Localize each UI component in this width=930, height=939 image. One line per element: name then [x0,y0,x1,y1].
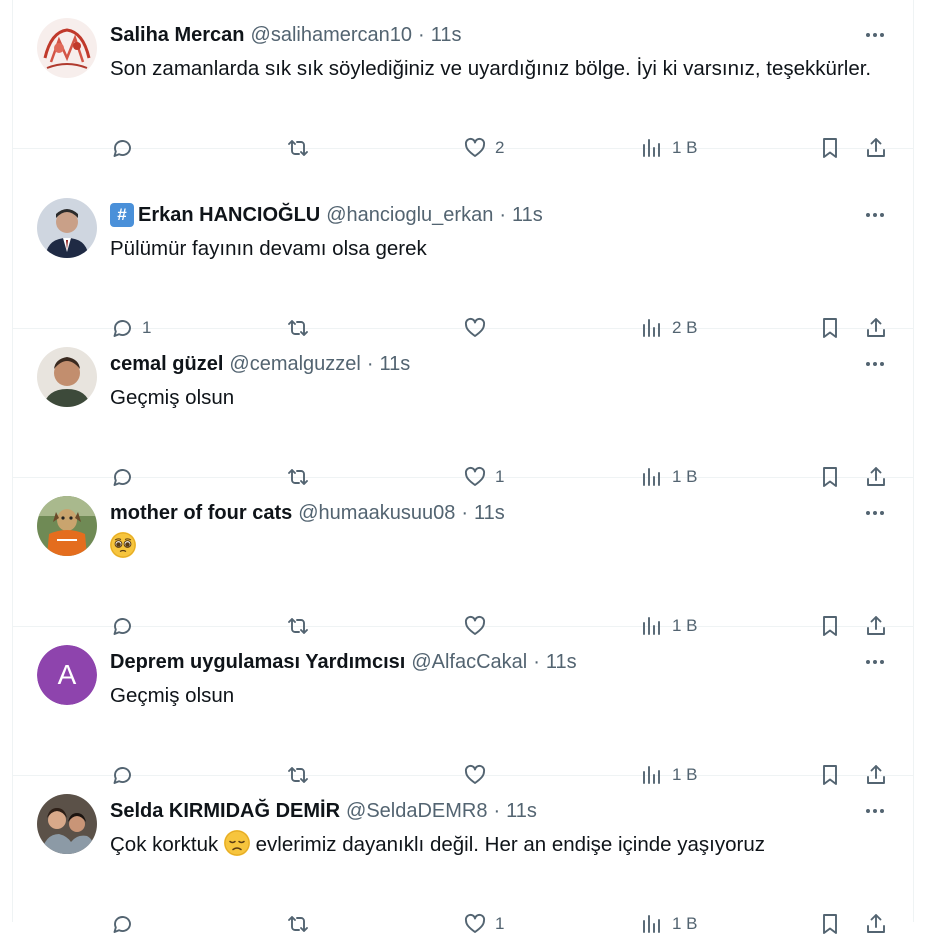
avatar[interactable] [37,496,97,556]
retweet-button[interactable] [286,909,310,939]
more-icon[interactable] [861,502,889,524]
tweet-text-part: evlerimiz dayanıklı değil. Her an endişe… [255,833,765,856]
author-handle[interactable]: @SeldaDEMR8 [346,800,487,823]
tweet-header: Saliha Mercan @salihamercan10 · 11s [110,22,461,48]
author-handle[interactable]: @cemalguzzel [229,353,360,376]
like-button[interactable]: 2 [463,133,504,163]
avatar[interactable] [37,18,97,78]
author-handle[interactable]: @hancioglu_erkan [326,204,493,227]
more-icon[interactable] [861,353,889,375]
heart-icon [464,913,486,933]
hashtag-badge-icon: # [110,203,134,227]
views-count: 1 B [672,914,698,933]
author-name[interactable]: Erkan HANCIOĞLU [138,204,320,227]
tweet-header: Deprem uygulaması Yardımcısı @AlfacCakal… [110,649,577,675]
tweet-text-part: Çok korktuk [110,833,219,856]
action-bar: 1 1 B [110,909,900,939]
tweet-header: mother of four cats @humaakusuu08 · 11s [110,500,505,526]
retweet-icon [288,140,308,156]
like-count: 2 [495,138,505,157]
like-count: 1 [495,914,505,933]
share-button[interactable] [864,909,888,939]
timestamp[interactable]: 11s [546,651,577,674]
views-button[interactable]: 1 B [640,909,698,939]
author-name[interactable]: Selda KIRMIDAĞ DEMİR [110,800,340,823]
tweet-text: Çok korktuk evlerimiz dayanıklı değil. H… [110,829,890,861]
more-icon[interactable] [861,24,889,46]
views-chart-icon [643,915,660,933]
timestamp[interactable]: 11s [506,800,537,823]
reply-feed: Saliha Mercan @salihamercan10 · 11s Son … [12,0,914,934]
tweet-text [110,531,890,563]
views-chart-icon [643,139,660,157]
reply-icon [113,916,131,933]
avatar[interactable] [37,794,97,854]
tweet-header: Selda KIRMIDAĞ DEMİR @SeldaDEMR8 · 11s [110,798,537,824]
tweet-text: Son zamanlarda sık sık söylediğiniz ve u… [110,57,872,80]
pleading-face-icon [110,532,136,558]
separator-dot: · [493,799,501,822]
heart-icon [464,137,486,157]
separator-dot: · [366,352,374,375]
timestamp[interactable]: 11s [380,353,411,376]
more-icon[interactable] [861,651,889,673]
action-bar: 2 1 B [110,133,900,163]
like-button[interactable]: 1 [463,909,504,939]
author-name[interactable]: Deprem uygulaması Yardımcısı [110,651,405,674]
tweet[interactable]: mother of four cats @humaakusuu08 · 11s [13,478,913,636]
tweet[interactable]: Saliha Mercan @salihamercan10 · 11s Son … [13,0,913,158]
author-handle[interactable]: @AlfacCakal [411,651,527,674]
bookmark-icon [823,138,837,158]
timestamp[interactable]: 11s [474,502,505,525]
author-name[interactable]: cemal güzel [110,353,223,376]
more-icon[interactable] [861,204,889,226]
separator-dot: · [461,501,468,524]
share-icon [867,138,885,157]
tweet-text: Geçmiş olsun [110,684,235,707]
share-icon [867,914,885,933]
separator-dot: · [418,23,425,46]
bookmark-button[interactable] [818,909,842,939]
disappointed-face-icon [223,830,250,856]
reply-button[interactable] [110,133,134,163]
author-handle[interactable]: @salihamercan10 [251,24,413,47]
tweet-text: Geçmiş olsun [110,386,235,409]
author-name[interactable]: Saliha Mercan [110,24,245,47]
reply-button[interactable] [110,909,134,939]
views-count: 1 B [672,138,698,157]
author-handle[interactable]: @humaakusuu08 [298,502,455,525]
tweet-header: cemal güzel @cemalguzzel · 11s [110,351,410,377]
bookmark-button[interactable] [818,133,842,163]
avatar[interactable] [37,347,97,407]
share-button[interactable] [864,133,888,163]
tweet[interactable]: # Erkan HANCIOĞLU @hancioglu_erkan · 11s… [13,180,913,338]
avatar-letter: A [37,645,97,705]
timestamp[interactable]: 11s [512,204,543,227]
separator-dot: · [533,650,540,673]
author-name[interactable]: mother of four cats [110,502,292,525]
tweet-header: # Erkan HANCIOĞLU @hancioglu_erkan · 11s [110,202,543,228]
retweet-button[interactable] [286,133,310,163]
more-icon[interactable] [861,800,889,822]
tweet-text: Pülümür fayının devamı olsa gerek [110,237,427,260]
timestamp[interactable]: 11s [431,24,462,47]
avatar[interactable]: A [37,645,97,705]
tweet[interactable]: A Deprem uygulaması Yardımcısı @AlfacCak… [13,627,913,785]
avatar[interactable] [37,198,97,258]
tweet[interactable]: cemal güzel @cemalguzzel · 11s Geçmiş ol… [13,329,913,487]
views-button[interactable]: 1 B [640,133,698,163]
reply-icon [113,140,131,157]
retweet-icon [288,916,308,932]
bookmark-icon [823,914,837,934]
tweet[interactable]: Selda KIRMIDAĞ DEMİR @SeldaDEMR8 · 11s Ç… [13,776,913,934]
separator-dot: · [499,203,507,226]
